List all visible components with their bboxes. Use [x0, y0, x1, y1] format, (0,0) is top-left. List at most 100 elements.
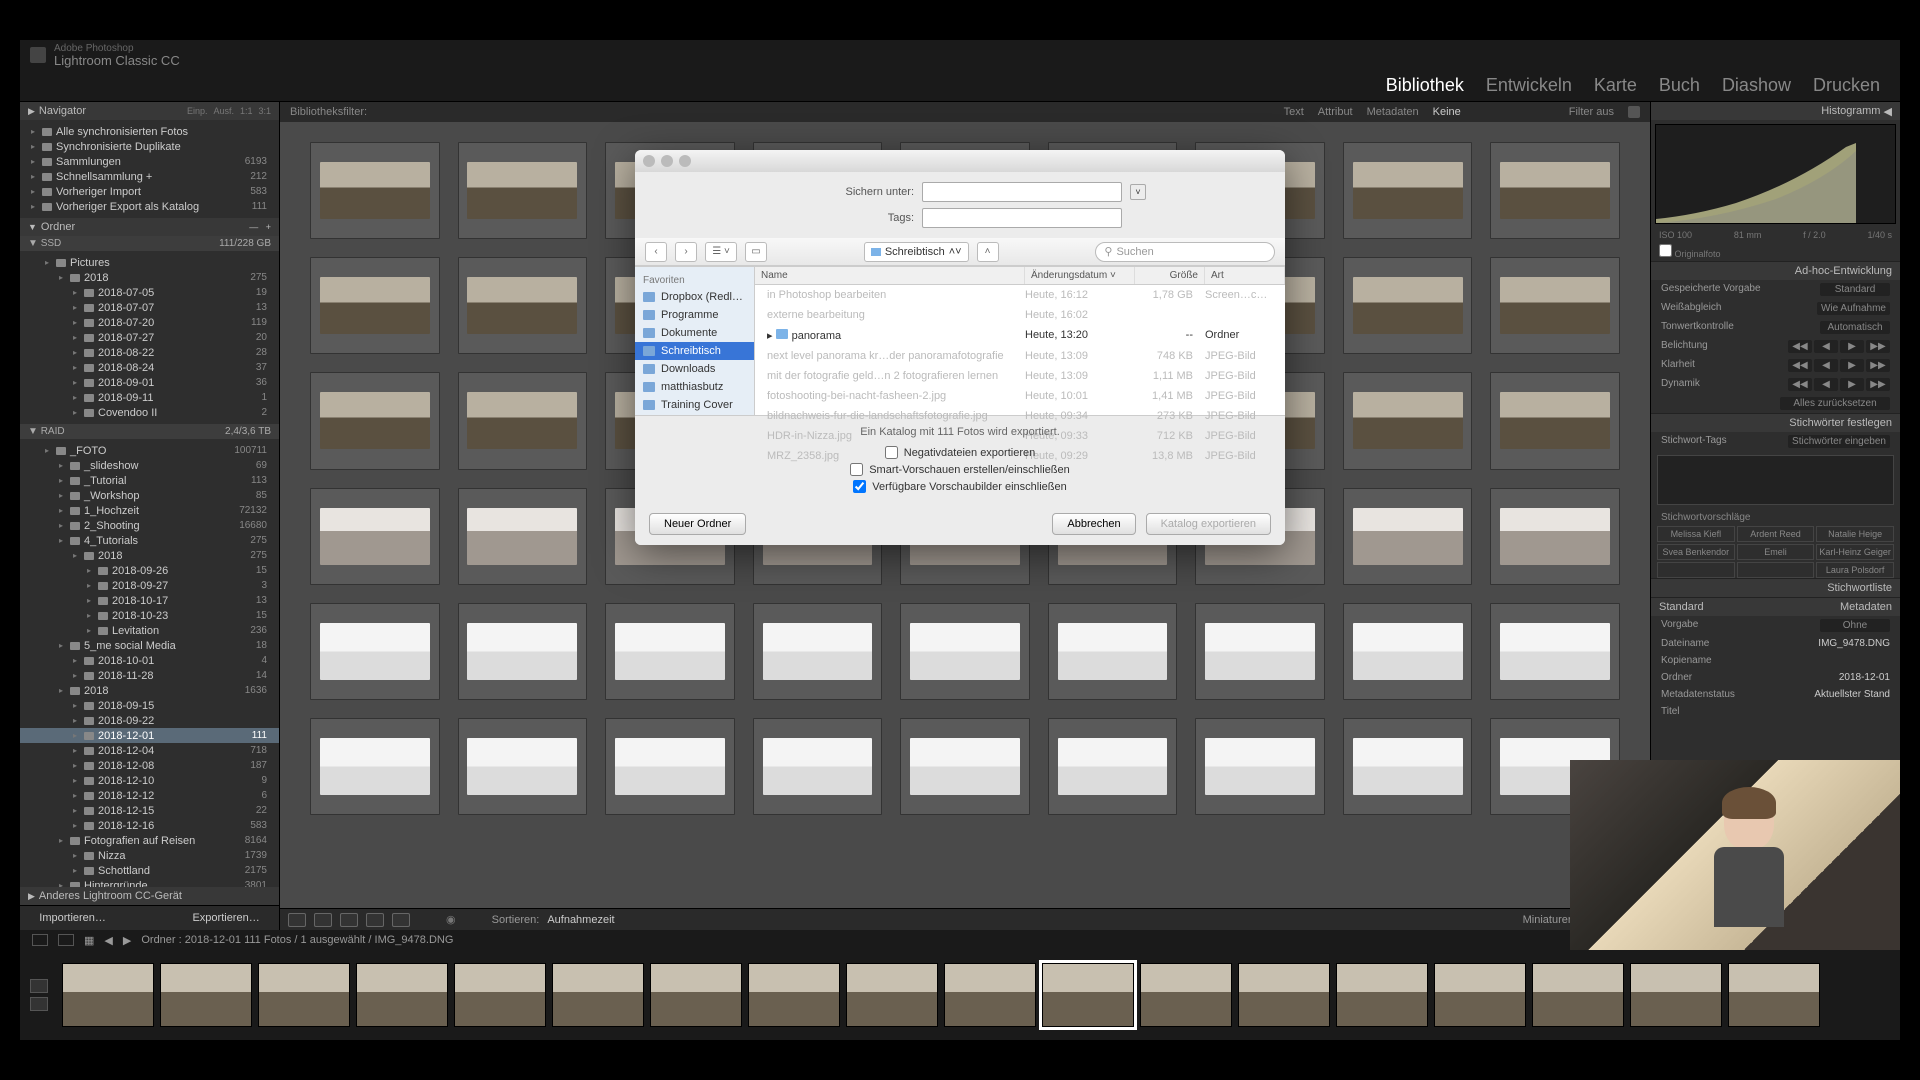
filmstrip-layout-1[interactable]	[30, 979, 48, 993]
folder-row[interactable]: ▸2018-10-2315	[20, 608, 279, 623]
folder-row[interactable]: ▸Levitation236	[20, 623, 279, 638]
file-row[interactable]: bildnachweis-fur-die-landschaftsfotograf…	[755, 406, 1285, 426]
export-catalog-button[interactable]: Katalog exportieren	[1146, 513, 1271, 535]
painter-icon[interactable]: ◉	[446, 913, 456, 926]
thumbnail[interactable]	[458, 372, 588, 469]
folder-row[interactable]: ▸2018275	[20, 270, 279, 285]
group-button[interactable]: ▭	[745, 242, 767, 262]
folders-header[interactable]: ▼Ordner — +	[20, 218, 279, 236]
sidebar-item[interactable]: Dokumente	[635, 324, 754, 342]
file-list[interactable]: Name Änderungsdatum ˅ Größe Art in Photo…	[755, 267, 1285, 415]
folder-row[interactable]: ▸Pictures	[20, 255, 279, 270]
view-mode-button[interactable]: ☰ ˅	[705, 242, 737, 262]
thumbnail[interactable]	[1343, 488, 1473, 585]
folder-row[interactable]: ▸2018-12-126	[20, 788, 279, 803]
thumbnail[interactable]	[1343, 257, 1473, 354]
thumbnail[interactable]	[900, 603, 1030, 700]
sidebar-item[interactable]: matthiasbutz	[635, 378, 754, 396]
folder-row[interactable]: ▸2018-12-08187	[20, 758, 279, 773]
folder-row[interactable]: ▸Schnellsammlung +212	[20, 169, 279, 184]
thumbnail[interactable]	[458, 142, 588, 239]
new-folder-button[interactable]: Neuer Ordner	[649, 513, 746, 535]
folder-row[interactable]: ▸2018-11-2814	[20, 668, 279, 683]
folder-row[interactable]: ▸2018-07-20119	[20, 315, 279, 330]
keywords-section[interactable]: Stichwörter festlegen	[1651, 413, 1900, 432]
reset-all-button[interactable]: Alles zurücksetzen	[1780, 397, 1890, 410]
folder-row[interactable]: ▸_Tutorial113	[20, 473, 279, 488]
sidebar-item[interactable]: Schreibtisch	[635, 342, 754, 360]
keyword-suggestion[interactable]: Svea Benkendor	[1657, 544, 1735, 560]
folder-row[interactable]: ▸2018275	[20, 548, 279, 563]
location-select[interactable]: Schreibtisch ˄˅	[864, 242, 969, 262]
folder-row[interactable]: ▸2018-08-2228	[20, 345, 279, 360]
filmstrip-thumb[interactable]	[1336, 963, 1428, 1027]
filmstrip-thumb[interactable]	[552, 963, 644, 1027]
drive-raid[interactable]: ▼ RAID 2,4/3,6 TB	[20, 424, 279, 439]
folder-row[interactable]: ▸2018-10-1713	[20, 593, 279, 608]
keyword-suggestion[interactable]: Karl-Heinz Geiger	[1816, 544, 1894, 560]
folder-row[interactable]: ▸2018-10-014	[20, 653, 279, 668]
import-button[interactable]: Importieren…	[39, 912, 106, 924]
thumbnail[interactable]	[310, 257, 440, 354]
save-as-input[interactable]	[922, 182, 1122, 202]
tags-input[interactable]	[922, 208, 1122, 228]
loupe-view-icon[interactable]	[314, 913, 332, 927]
smart-previews-check[interactable]	[850, 463, 863, 476]
folder-row[interactable]: ▸4_Tutorials275	[20, 533, 279, 548]
folder-row[interactable]: ▸Fotografien auf Reisen8164	[20, 833, 279, 848]
folder-row[interactable]: ▸2018-09-22	[20, 713, 279, 728]
minimize-icon[interactable]	[661, 155, 673, 167]
filmstrip-layout-2[interactable]	[30, 997, 48, 1011]
thumbnail[interactable]	[1048, 603, 1178, 700]
file-row[interactable]: mit der fotografie geld…n 2 fotografiere…	[755, 366, 1285, 386]
folder-row[interactable]: ▸_FOTO100711	[20, 443, 279, 458]
thumbnail[interactable]	[458, 257, 588, 354]
file-row[interactable]: ▸ panoramaHeute, 13:20--Ordner	[755, 325, 1285, 346]
filmstrip-thumb[interactable]	[1434, 963, 1526, 1027]
col-date[interactable]: Änderungsdatum ˅	[1025, 267, 1135, 284]
filmstrip-thumb[interactable]	[62, 963, 154, 1027]
thumbnail[interactable]	[753, 603, 883, 700]
file-row[interactable]: externe bearbeitungHeute, 16:02	[755, 305, 1285, 325]
folder-row[interactable]: ▸2_Shooting16680	[20, 518, 279, 533]
secondary-display-icon-2[interactable]	[58, 934, 74, 946]
forward-button[interactable]: ›	[675, 242, 697, 262]
folder-row[interactable]: ▸2018-08-2437	[20, 360, 279, 375]
grid-icon[interactable]: ▦	[84, 934, 94, 947]
folder-row[interactable]: ▸Hintergründe3801	[20, 878, 279, 887]
keyword-suggestion[interactable]: Ardent Reed	[1737, 526, 1815, 542]
drive-ssd[interactable]: ▼ SSD 111/228 GB	[20, 236, 279, 251]
filmstrip-thumb[interactable]	[1630, 963, 1722, 1027]
filmstrip-thumb[interactable]	[748, 963, 840, 1027]
thumbnail[interactable]	[753, 718, 883, 815]
sidebar-item[interactable]: Downloads	[635, 360, 754, 378]
export-negatives-check[interactable]	[885, 446, 898, 459]
filmstrip-thumb[interactable]	[1140, 963, 1232, 1027]
survey-view-icon[interactable]	[366, 913, 384, 927]
folder-row[interactable]: ▸2018-12-16583	[20, 818, 279, 833]
histogram-header[interactable]: Histogramm ◀	[1651, 102, 1900, 120]
folder-row[interactable]: ▸2018-07-0519	[20, 285, 279, 300]
thumbnail[interactable]	[605, 718, 735, 815]
thumbnail[interactable]	[310, 488, 440, 585]
filter-none[interactable]: Keine	[1433, 106, 1461, 118]
thumbnail[interactable]	[458, 488, 588, 585]
sidebar-item[interactable]: Programme	[635, 306, 754, 324]
filmstrip-thumb[interactable]	[1728, 963, 1820, 1027]
folder-row[interactable]: ▸_slideshow69	[20, 458, 279, 473]
col-size[interactable]: Größe	[1135, 267, 1205, 284]
sort-value[interactable]: Aufnahmezeit	[547, 914, 614, 926]
folder-row[interactable]: ▸1_Hochzeit72132	[20, 503, 279, 518]
thumbnail[interactable]	[900, 718, 1030, 815]
file-row[interactable]: in Photoshop bearbeitenHeute, 16:121,78 …	[755, 285, 1285, 305]
module-book[interactable]: Buch	[1659, 75, 1700, 96]
metadata-section[interactable]: StandardMetadaten	[1651, 597, 1900, 616]
folder-row[interactable]: ▸Nizza1739	[20, 848, 279, 863]
close-icon[interactable]	[643, 155, 655, 167]
module-map[interactable]: Karte	[1594, 75, 1637, 96]
filter-text[interactable]: Text	[1284, 106, 1304, 118]
folder-row[interactable]: ▸Schottland2175	[20, 863, 279, 878]
prev-icon[interactable]: ◀	[104, 934, 112, 947]
filmstrip-thumb[interactable]	[1238, 963, 1330, 1027]
thumbnail[interactable]	[458, 603, 588, 700]
